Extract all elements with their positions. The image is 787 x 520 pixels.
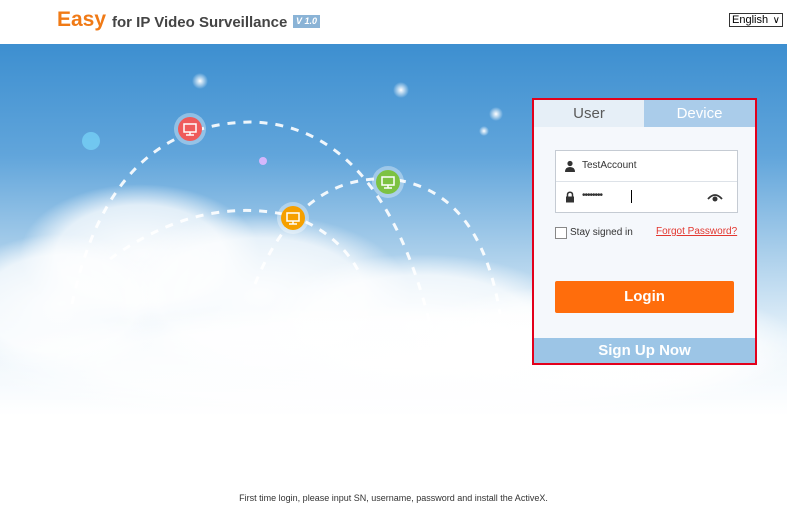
tab-user[interactable]: User [534,100,644,127]
version-badge: V 1.0 [293,15,321,28]
login-button[interactable]: Login [555,281,734,313]
text-caret [631,190,632,203]
footer-hint: First time login, please input SN, usern… [239,493,548,503]
monitor-icon [277,202,309,234]
credential-fields: TestAccount •••••••• [555,150,738,213]
login-tabs: User Device [534,100,755,127]
monitor-icon [372,166,404,198]
lock-icon [566,191,574,203]
eye-icon[interactable] [707,192,723,202]
brand-logo: Easy [57,8,107,31]
user-icon [565,160,575,172]
product-title: for IP Video Surveillance [112,14,288,31]
forgot-password-link[interactable]: Forgot Password? [656,226,737,237]
language-selected: English [732,14,769,26]
password-value: •••••••• [582,190,603,201]
language-select[interactable]: English ∨ [729,13,783,27]
sign-up-button[interactable]: Sign Up Now [534,338,755,363]
username-field[interactable]: TestAccount [556,151,737,182]
password-field[interactable]: •••••••• [556,182,737,212]
header: Easy for IP Video Surveillance V 1.0 Eng… [0,0,787,44]
stay-signed-in-checkbox[interactable] [555,227,567,239]
chevron-down-icon: ∨ [772,15,780,26]
username-value: TestAccount [582,160,637,171]
login-panel: User Device TestAccount •••••••• Stay si… [532,98,757,365]
tab-device[interactable]: Device [644,100,755,127]
monitor-icon [174,113,206,145]
stay-signed-in-label: Stay signed in [570,227,633,238]
